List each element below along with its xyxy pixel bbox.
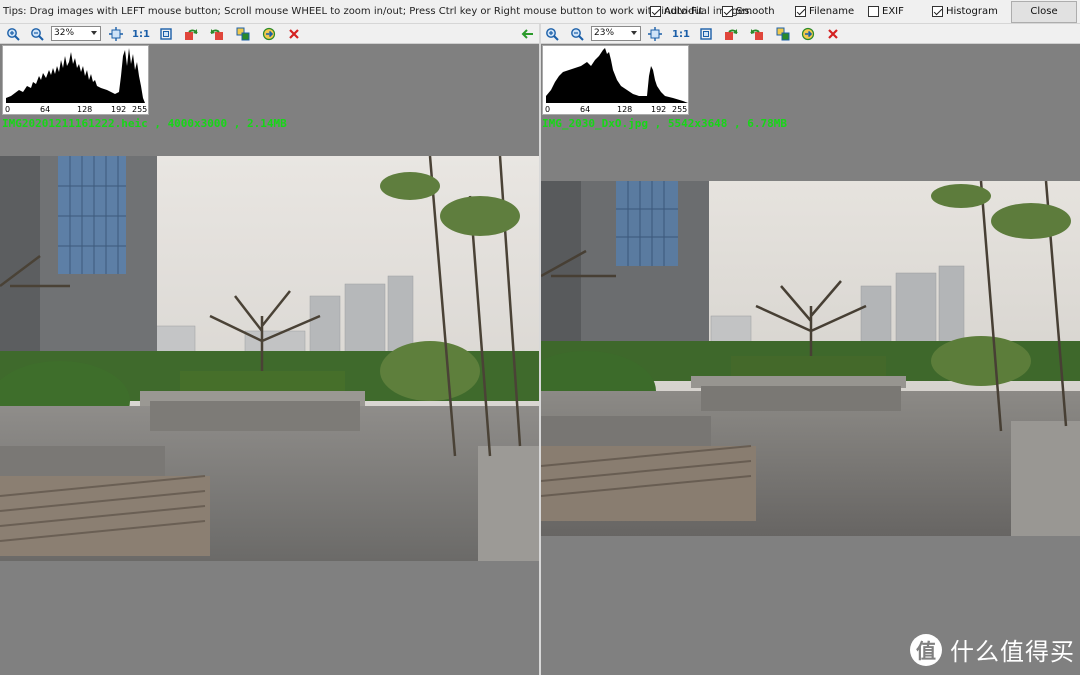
- zoom-value: 32%: [54, 28, 75, 38]
- exif-check-icon: [868, 6, 879, 17]
- fit-window-icon[interactable]: [108, 26, 124, 42]
- right-image-pane[interactable]: 0 64 128 192 255 IMG_2030_DxO.jpg , 5542…: [541, 45, 1080, 675]
- smooth-checkbox[interactable]: Smooth: [722, 6, 775, 17]
- zoom-select[interactable]: 23%: [591, 26, 641, 41]
- exif-label: EXIF: [882, 6, 904, 17]
- zoom-out-icon[interactable]: [29, 26, 45, 42]
- fit-window-icon[interactable]: [647, 26, 663, 42]
- hist-tick: 192: [651, 105, 667, 114]
- close-button[interactable]: Close: [1011, 1, 1077, 23]
- hist-tick: 64: [40, 105, 51, 114]
- histogram-label: Histogram: [946, 6, 998, 17]
- smooth-check-icon: [722, 6, 733, 17]
- left-photo[interactable]: [0, 156, 539, 561]
- zoom-in-icon[interactable]: [5, 26, 21, 42]
- zoom-in-icon[interactable]: [544, 26, 560, 42]
- open-image-icon[interactable]: [800, 26, 816, 42]
- exif-checkbox[interactable]: EXIF: [868, 6, 904, 17]
- right-histogram: 0 64 128 192 255: [542, 45, 689, 115]
- hist-tick: 128: [77, 105, 93, 114]
- filename-check-icon: [795, 6, 806, 17]
- hist-tick: 128: [617, 105, 633, 114]
- histogram-checkbox[interactable]: Histogram: [932, 6, 998, 17]
- watermark-text: 什么值得买: [950, 638, 1075, 666]
- tips-text: Tips: Drag images with LEFT mouse button…: [3, 6, 753, 17]
- hist-tick: 192: [111, 105, 127, 114]
- delete-icon[interactable]: [286, 26, 302, 42]
- hist-tick: 0: [545, 105, 551, 114]
- zoom-select[interactable]: 32%: [51, 26, 101, 41]
- zoom-value: 23%: [594, 28, 615, 38]
- arrow-left-icon[interactable]: [520, 26, 536, 42]
- rotate-right-icon[interactable]: [749, 26, 765, 42]
- hist-tick: 0: [5, 105, 11, 114]
- hist-tick: 255: [672, 105, 688, 114]
- smooth-label: Smooth: [736, 6, 775, 17]
- fullscreen-icon[interactable]: [158, 26, 174, 42]
- actual-size-button[interactable]: 1:1: [672, 26, 690, 42]
- zoom-out-icon[interactable]: [569, 26, 585, 42]
- histogram-check-icon: [932, 6, 943, 17]
- rotate-right-icon[interactable]: [209, 26, 225, 42]
- delete-icon[interactable]: [825, 26, 841, 42]
- autofit-checkbox[interactable]: Auto-Fit: [650, 6, 703, 17]
- chevron-down-icon: [91, 31, 97, 35]
- open-image-icon[interactable]: [261, 26, 277, 42]
- left-toolbar: 32% 1:1: [0, 24, 539, 44]
- right-histogram-ticks: 0 64 128 192 255: [543, 103, 690, 114]
- right-photo[interactable]: [541, 181, 1080, 536]
- left-histogram: 0 64 128 192 255: [2, 45, 149, 115]
- right-toolbar: 23% 1:1: [541, 24, 1080, 44]
- hist-tick: 64: [580, 105, 591, 114]
- autofit-check-icon: [650, 6, 661, 17]
- filename-label: Filename: [809, 6, 855, 17]
- hist-tick: 255: [132, 105, 148, 114]
- flip-icon[interactable]: [775, 26, 791, 42]
- left-histogram-ticks: 0 64 128 192 255: [3, 103, 150, 114]
- autofit-label: Auto-Fit: [664, 6, 703, 17]
- fullscreen-icon[interactable]: [698, 26, 714, 42]
- rotate-left-icon[interactable]: [183, 26, 199, 42]
- watermark-logo-icon: 值: [910, 633, 942, 666]
- filename-checkbox[interactable]: Filename: [795, 6, 854, 17]
- flip-icon[interactable]: [235, 26, 251, 42]
- left-file-info: IMG20201211161222.heic , 4000x3000 , 2.1…: [2, 117, 287, 130]
- actual-size-button[interactable]: 1:1: [132, 26, 150, 42]
- right-file-info: IMG_2030_DxO.jpg , 5542x3648 , 6.78MB: [542, 117, 788, 130]
- chevron-down-icon: [631, 31, 637, 35]
- rotate-left-icon[interactable]: [723, 26, 739, 42]
- left-image-pane[interactable]: 0 64 128 192 255 IMG20201211161222.heic …: [0, 45, 539, 675]
- top-bar: Tips: Drag images with LEFT mouse button…: [0, 0, 1080, 24]
- watermark: 值 什么值得买: [910, 632, 1075, 667]
